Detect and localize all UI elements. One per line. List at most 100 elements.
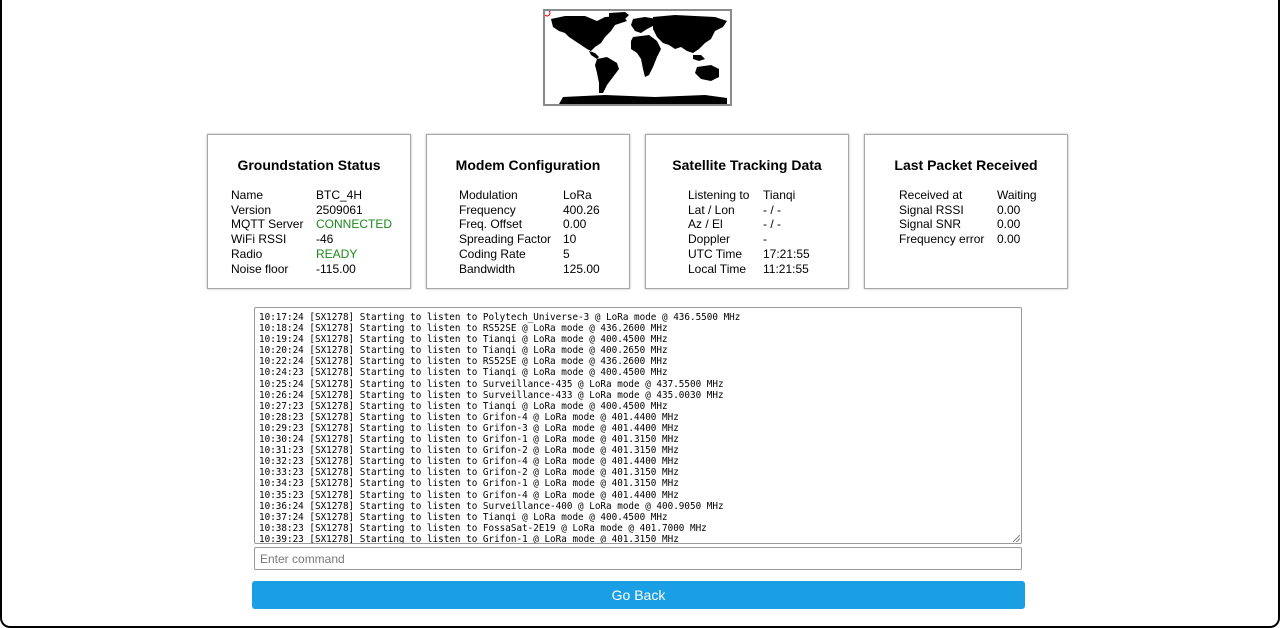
table-row: Freq. Offset 0.00 <box>459 217 600 232</box>
row-value: - / - <box>763 217 781 232</box>
satellite-tracking-card: Satellite Tracking Data Listening to Tian… <box>645 134 849 289</box>
console-line: 10:34:23 [SX1278] Starting to listen to … <box>259 478 679 490</box>
console-line: 10:27:23 [SX1278] Starting to listen to … <box>259 400 668 412</box>
modem-configuration-title: Modem Configuration <box>455 157 601 173</box>
modem-configuration-card: Modem Configuration Modulation LoRa Frequ… <box>426 134 630 289</box>
row-label: Lat / Lon <box>688 202 735 217</box>
table-row: UTC Time 17:21:55 <box>688 247 810 262</box>
row-value: 0.00 <box>997 217 1021 232</box>
world-map <box>543 9 732 106</box>
row-label: Coding Rate <box>459 246 526 261</box>
table-row: Modulation LoRa <box>459 188 600 203</box>
table-row: Signal RSSI 0.00 <box>899 203 1037 218</box>
row-label: Frequency <box>459 202 516 217</box>
last-packet-card: Last Packet Received Received at Waiting … <box>864 134 1068 289</box>
row-label: Local Time <box>688 261 747 276</box>
table-row: Coding Rate 5 <box>459 247 600 262</box>
table-row: Signal SNR 0.00 <box>899 217 1037 232</box>
row-value: Waiting <box>997 188 1037 202</box>
console-line: 10:38:23 [SX1278] Starting to listen to … <box>259 522 707 534</box>
row-label: Noise floor <box>231 261 289 276</box>
row-label: Freq. Offset <box>459 217 523 232</box>
row-label: Radio <box>231 246 263 261</box>
command-input[interactable] <box>254 547 1022 570</box>
row-value: 400.26 <box>563 202 600 217</box>
table-row: Spreading Factor 10 <box>459 232 600 247</box>
row-label: Version <box>231 202 272 217</box>
row-value: - / - <box>763 202 781 217</box>
table-row: WiFi RSSI -46 <box>231 232 392 247</box>
row-label: Modulation <box>459 188 518 202</box>
row-value: Tianqi <box>763 188 796 202</box>
radio-status-value: READY <box>316 246 358 261</box>
console-line: 10:20:24 [SX1278] Starting to listen to … <box>259 345 668 357</box>
console-line: 10:28:23 [SX1278] Starting to listen to … <box>259 411 679 423</box>
console-line: 10:25:24 [SX1278] Starting to listen to … <box>259 378 724 390</box>
row-label: Doppler <box>688 232 731 247</box>
console-text: 10:17:24 [SX1278] Starting to listen to … <box>255 308 1021 544</box>
row-value: 10 <box>563 232 577 247</box>
console-line: 10:17:24 [SX1278] Starting to listen to … <box>259 312 741 323</box>
satellite-tracking-rows: Listening to Tianqi Lat / Lon - / - Az / E… <box>688 188 810 276</box>
table-row: Version 2509061 <box>231 203 392 218</box>
row-value: 2509061 <box>316 202 363 217</box>
console-line: 10:35:23 [SX1278] Starting to listen to … <box>259 489 679 501</box>
row-label: Signal RSSI <box>899 202 964 217</box>
groundstation-status-title: Groundstation Status <box>237 157 381 173</box>
console-line: 10:18:24 [SX1278] Starting to listen to … <box>259 323 668 335</box>
row-value: LoRa <box>563 188 592 202</box>
table-row: Received at Waiting <box>899 188 1037 203</box>
row-label: Frequency error <box>899 232 985 247</box>
last-packet-title: Last Packet Received <box>894 157 1038 173</box>
table-row: Noise floor -115.00 <box>231 262 392 277</box>
console-line: 10:30:24 [SX1278] Starting to listen to … <box>259 434 679 446</box>
row-label: Bandwidth <box>459 261 516 276</box>
row-value: -115.00 <box>316 261 356 276</box>
row-value: 11:21:55 <box>763 261 809 276</box>
console-line: 10:26:24 [SX1278] Starting to listen to … <box>259 389 724 401</box>
groundstation-status-card: Groundstation Status Name BTC_4H Version 2… <box>207 134 411 289</box>
console-line: 10:19:24 [SX1278] Starting to listen to … <box>259 334 668 346</box>
console-line: 10:29:23 [SX1278] Starting to listen to … <box>259 422 679 434</box>
row-label: MQTT Server <box>231 217 304 232</box>
mqtt-status-value: CONNECTED <box>316 217 393 232</box>
table-row: MQTT Server CONNECTED <box>231 217 392 232</box>
table-row: Local Time 11:21:55 <box>688 262 810 277</box>
table-row: Frequency 400.26 <box>459 203 600 218</box>
row-label: Az / El <box>688 217 723 232</box>
row-value: 17:21:55 <box>763 246 810 261</box>
console-log[interactable]: 10:17:24 [SX1278] Starting to listen to … <box>254 307 1022 544</box>
table-row: Lat / Lon - / - <box>688 203 810 218</box>
row-value: - <box>763 232 767 247</box>
modem-configuration-rows: Modulation LoRa Frequency 400.26 Freq. Off… <box>459 188 600 276</box>
last-packet-rows: Received at Waiting Signal RSSI 0.00 Signa… <box>899 188 1037 247</box>
console-line: 10:32:23 [SX1278] Starting to listen to … <box>259 456 679 468</box>
row-value: 5 <box>563 246 570 261</box>
resize-handle-icon[interactable] <box>1013 535 1020 542</box>
console-line: 10:39:23 [SX1278] Starting to listen to … <box>259 533 679 544</box>
row-label: Signal SNR <box>899 217 962 232</box>
console-line: 10:24:23 [SX1278] Starting to listen to … <box>259 367 668 379</box>
row-value: 125.00 <box>563 261 600 276</box>
console-line: 10:22:24 [SX1278] Starting to listen to … <box>259 356 668 368</box>
console-line: 10:33:23 [SX1278] Starting to listen to … <box>259 467 679 479</box>
go-back-button[interactable]: Go Back <box>252 581 1025 609</box>
table-row: Name BTC_4H <box>231 188 392 203</box>
table-row: Bandwidth 125.00 <box>459 262 600 277</box>
satellite-tracking-title: Satellite Tracking Data <box>672 157 822 173</box>
row-label: Name <box>231 188 264 202</box>
table-row: Frequency error 0.00 <box>899 232 1037 247</box>
row-value: 0.00 <box>997 232 1021 247</box>
console-line: 10:37:24 [SX1278] Starting to listen to … <box>259 511 668 523</box>
row-value: BTC_4H <box>316 188 363 202</box>
table-row: Az / El - / - <box>688 217 810 232</box>
row-value: 0.00 <box>563 217 587 232</box>
row-label: WiFi RSSI <box>231 232 287 247</box>
console-line: 10:36:24 [SX1278] Starting to listen to … <box>259 500 724 512</box>
row-value: -46 <box>316 232 334 247</box>
row-label: Spreading Factor <box>459 232 552 247</box>
table-row: Doppler - <box>688 232 810 247</box>
world-map-icon <box>545 11 730 104</box>
groundstation-status-rows: Name BTC_4H Version 2509061 MQTT Server CON… <box>231 188 392 276</box>
row-value: 0.00 <box>997 202 1021 217</box>
